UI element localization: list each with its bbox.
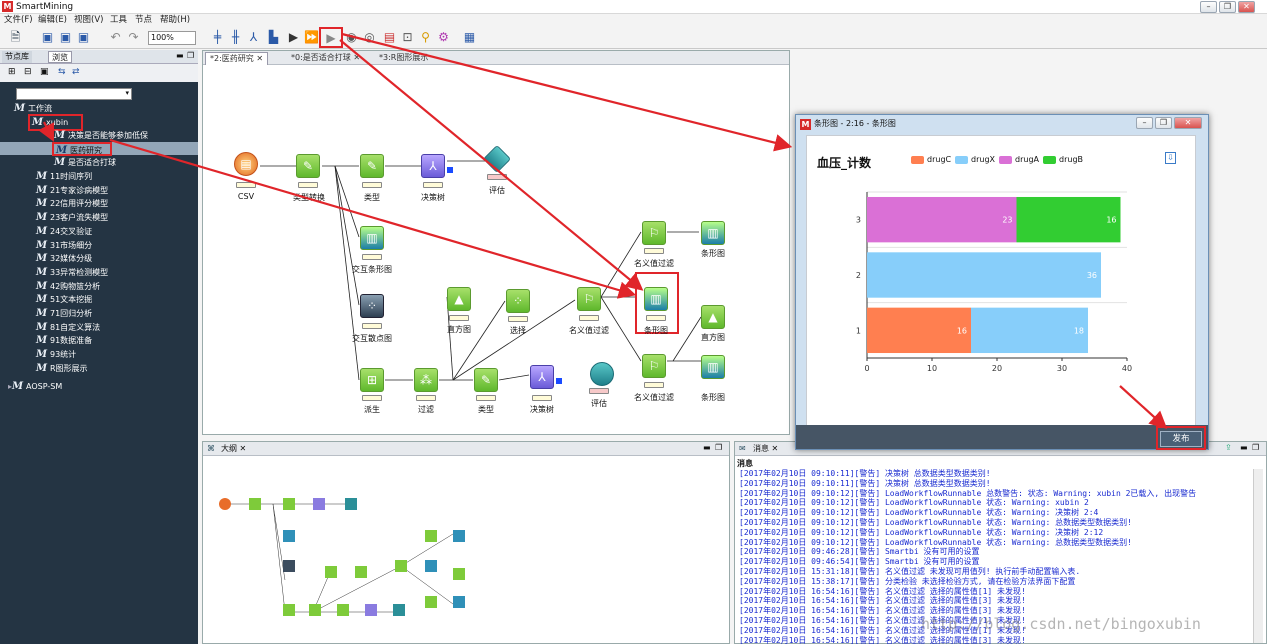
arrow-run-to-dialog [341, 32, 793, 152]
annotation-arrows [38, 32, 1168, 429]
arrow-run-to-node [339, 39, 644, 291]
arrow-to-publish [1119, 385, 1168, 429]
arrow-xubin-to-item [38, 121, 54, 142]
